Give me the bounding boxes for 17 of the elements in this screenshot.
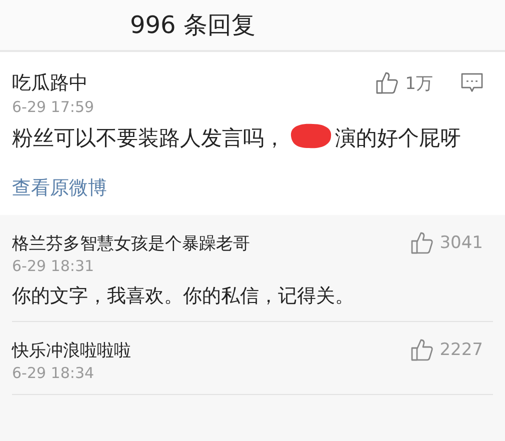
comment-icon[interactable] — [461, 73, 483, 93]
thumbs-up-icon[interactable] — [410, 338, 434, 362]
view-original-link[interactable]: 查看原微博 — [12, 175, 107, 201]
username[interactable]: 格兰芬多智慧女孩是个暴躁老哥 — [12, 232, 250, 254]
timestamp: 6-29 18:31 — [12, 257, 94, 275]
like-count: 1万 — [405, 72, 433, 94]
username[interactable]: 快乐冲浪啦啦啦 — [12, 338, 131, 362]
username[interactable]: 吃瓜路中 — [12, 70, 88, 96]
comment-text: 粉丝可以不要装路人发言吗， 演的好个屁呀 — [12, 122, 462, 155]
timestamp: 6-29 18:34 — [12, 364, 94, 382]
timestamp: 6-29 17:59 — [12, 98, 94, 116]
like-count: 2227 — [440, 340, 483, 360]
reply-text: 你的文字，我喜欢。你的私信，记得关。 — [12, 284, 354, 309]
page-title: 996 条回复 — [130, 10, 256, 41]
like-count: 3041 — [440, 233, 483, 253]
thumbs-up-icon[interactable] — [375, 71, 400, 95]
thumbs-up-icon[interactable] — [410, 231, 434, 255]
